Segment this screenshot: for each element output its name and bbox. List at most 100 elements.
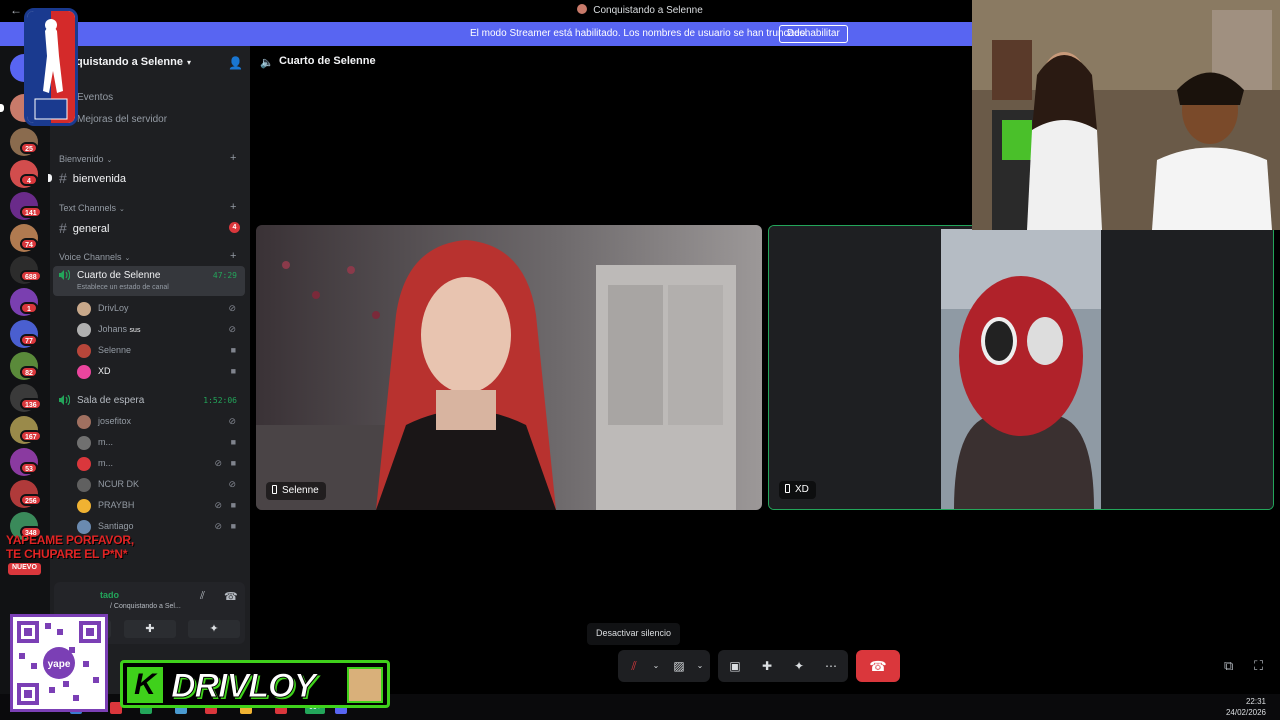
voice-timer: 47:29 — [212, 271, 237, 280]
server-name-header[interactable]: quistando a Selenne ▾ — [76, 56, 191, 68]
voice-user[interactable]: josefitox ⊘ — [77, 414, 242, 430]
text-channel-icon: # — [59, 170, 67, 186]
camera-off-button[interactable]: ▨ — [669, 656, 689, 676]
mobile-device-icon — [785, 484, 790, 493]
more-options-button[interactable]: ⋯ — [821, 656, 841, 676]
voice-user[interactable]: m... ■ — [77, 435, 242, 451]
drivloy-brand-banner: K DRIVLOY — [120, 660, 390, 708]
voice-user[interactable]: DrivLoy ⊘ — [77, 301, 242, 317]
unread-badge: 136 — [20, 398, 42, 410]
voice-connected-channel[interactable]: / Conquistando a Sel... — [110, 603, 181, 610]
streamer-webcam-overlay — [972, 0, 1280, 230]
add-channel-icon[interactable]: + — [230, 201, 236, 213]
streamer-brand-name: DRIVLOY — [170, 667, 316, 706]
server-avatar-icon — [577, 4, 588, 14]
disconnect-call-button[interactable]: ☎ — [856, 650, 900, 682]
video-camera-icon: ■ — [230, 437, 236, 447]
activities-button[interactable]: ✚ — [757, 656, 777, 676]
channel-status[interactable]: Establece un estado de canal — [77, 284, 169, 291]
avatar — [77, 436, 91, 450]
participant-label: Selenne — [266, 482, 326, 500]
voice-user[interactable]: XD ■ — [77, 364, 242, 380]
unread-badge: 688 — [20, 270, 42, 282]
deafened-icon: ⊘ — [214, 521, 222, 531]
video-feed — [256, 225, 762, 510]
unread-badge: 25 — [20, 142, 38, 154]
avatar — [77, 499, 91, 513]
kick-logo: K — [127, 667, 163, 703]
channel-general[interactable]: # general — [59, 220, 110, 236]
voice-user[interactable]: Johans sus ⊘ — [77, 322, 242, 338]
video-camera-icon: ■ — [230, 366, 236, 376]
video-camera-icon: ■ — [230, 521, 236, 531]
unread-badge: 167 — [20, 430, 42, 442]
system-clock[interactable]: 22:31 24/02/2026 — [1226, 696, 1266, 718]
stage-channel-name: Cuarto de Selenne — [279, 55, 376, 67]
avatar — [77, 415, 91, 429]
muted-mic-icon: ⊘ — [228, 416, 236, 426]
muted-mic-icon: ⊘ — [214, 500, 222, 510]
share-screen-button[interactable]: ▣ — [725, 656, 745, 676]
add-channel-icon[interactable]: + — [230, 250, 236, 262]
voice-channel-cuarto-de-selenne[interactable]: Cuarto de Selenne 47:29 Establece un est… — [53, 266, 245, 296]
avatar — [77, 323, 91, 337]
noise-suppression-icon[interactable]: ⫽ — [200, 590, 205, 603]
participant-label: XD — [779, 481, 816, 499]
yape-logo-text: yape — [48, 659, 71, 670]
voice-user[interactable]: Selenne ■ — [77, 343, 242, 359]
yape-qr-code: yape — [10, 614, 108, 712]
category-voice-channels[interactable]: Voice Channels ⌄ — [59, 252, 130, 262]
camera-options-chevron-icon[interactable]: ⌄ — [690, 656, 710, 676]
voice-channel-icon: 🔈 — [260, 57, 274, 69]
webcam-feed — [972, 0, 1280, 230]
mic-options-chevron-icon[interactable]: ⌄ — [646, 656, 666, 676]
voice-user[interactable]: PRAYBH ⊘ ■ — [77, 498, 242, 514]
unread-badge: 53 — [20, 462, 38, 474]
unread-badge: 1 — [20, 302, 38, 314]
disconnect-icon[interactable]: ☎ — [224, 590, 238, 603]
soundboard-button[interactable]: ✦ — [188, 620, 240, 638]
logo-graphic — [27, 11, 75, 123]
avatar — [77, 478, 91, 492]
avatar — [77, 302, 91, 316]
chevron-down-icon: ▾ — [186, 58, 191, 67]
category-bienvenido[interactable]: Bienvenido ⌄ — [59, 154, 112, 164]
new-badge: NUEVO — [8, 563, 41, 575]
driv-team-logo — [24, 8, 78, 126]
video-tile-selenne[interactable]: Selenne — [256, 225, 762, 510]
muted-mic-icon: ⊘ — [228, 303, 236, 313]
popout-icon[interactable]: ⧉ — [1224, 658, 1233, 674]
unread-badge: 77 — [20, 334, 38, 346]
category-text-channels[interactable]: Text Channels ⌄ — [59, 203, 125, 213]
voice-connected-status[interactable]: tado — [100, 590, 119, 600]
streamer-mode-message: El modo Streamer está habilitado. Los no… — [470, 28, 808, 39]
donation-promo-text: YAPEAME PORFAVOR, TE CHUPARE EL P*N* — [6, 533, 134, 561]
audio-video-controls: ⫽ ⌄ ▨ ⌄ — [618, 650, 710, 682]
muted-mic-icon: ⊘ — [228, 479, 236, 489]
channel-bienvenida[interactable]: # bienvenida — [59, 170, 126, 186]
video-feed — [769, 226, 1273, 509]
voice-channel-icon — [59, 270, 70, 280]
voice-timer: 1:52:06 — [203, 396, 237, 405]
events-item[interactable]: Eventos — [77, 92, 113, 103]
add-channel-icon[interactable]: + — [230, 152, 236, 164]
unmute-tooltip: Desactivar silencio — [587, 623, 681, 645]
unmute-mic-button[interactable]: ⫽ — [624, 656, 644, 676]
invite-people-icon[interactable]: 👤 — [228, 56, 243, 70]
voice-user[interactable]: NCUR DK ⊘ — [77, 477, 242, 493]
video-tile-xd[interactable]: XD — [768, 225, 1274, 510]
activity-controls: ▣ ✚ ✦ ⋯ — [718, 650, 848, 682]
unread-badge: 256 — [20, 494, 42, 506]
avatar — [77, 457, 91, 471]
voice-user[interactable]: m... ⊘ ■ — [77, 456, 242, 472]
active-server-pill — [0, 104, 4, 112]
video-camera-icon: ■ — [230, 458, 236, 468]
server-boost-item[interactable]: Mejoras del servidor — [77, 114, 167, 125]
soundboard-button[interactable]: ✦ — [789, 656, 809, 676]
disable-streamer-mode-button[interactable]: Deshabilitar — [779, 25, 848, 43]
mobile-device-icon — [272, 485, 277, 494]
unread-indicator — [48, 174, 52, 182]
fullscreen-icon[interactable]: ⛶ — [1254, 658, 1263, 674]
activities-button[interactable]: ✚ — [124, 620, 176, 638]
qr-code-graphic: yape — [13, 617, 105, 709]
